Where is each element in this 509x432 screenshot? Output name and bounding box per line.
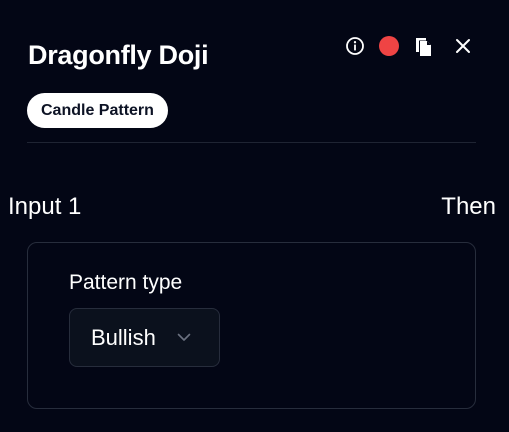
pattern-type-select[interactable]: Bullish (69, 308, 220, 367)
status-indicator[interactable] (378, 35, 400, 57)
settings-card: Pattern type Bullish (27, 242, 476, 409)
node-title: Dragonfly Doji (28, 40, 209, 70)
header-divider (27, 142, 476, 143)
close-button[interactable] (452, 35, 474, 57)
info-button[interactable] (344, 35, 366, 57)
output-port-label[interactable]: Then (441, 193, 496, 221)
copy-button[interactable] (413, 35, 435, 57)
close-icon (456, 39, 470, 53)
status-dot-icon (379, 36, 399, 56)
node-panel: Dragonfly Doji Candle Pattern Input 1 Th… (0, 0, 509, 432)
chevron-down-icon (177, 333, 191, 341)
category-badge: Candle Pattern (27, 93, 168, 128)
copy-icon (416, 38, 431, 56)
info-icon (346, 37, 364, 55)
input-port-label[interactable]: Input 1 (8, 193, 81, 221)
pattern-type-value: Bullish (91, 325, 156, 350)
pattern-type-label: Pattern type (69, 271, 183, 294)
